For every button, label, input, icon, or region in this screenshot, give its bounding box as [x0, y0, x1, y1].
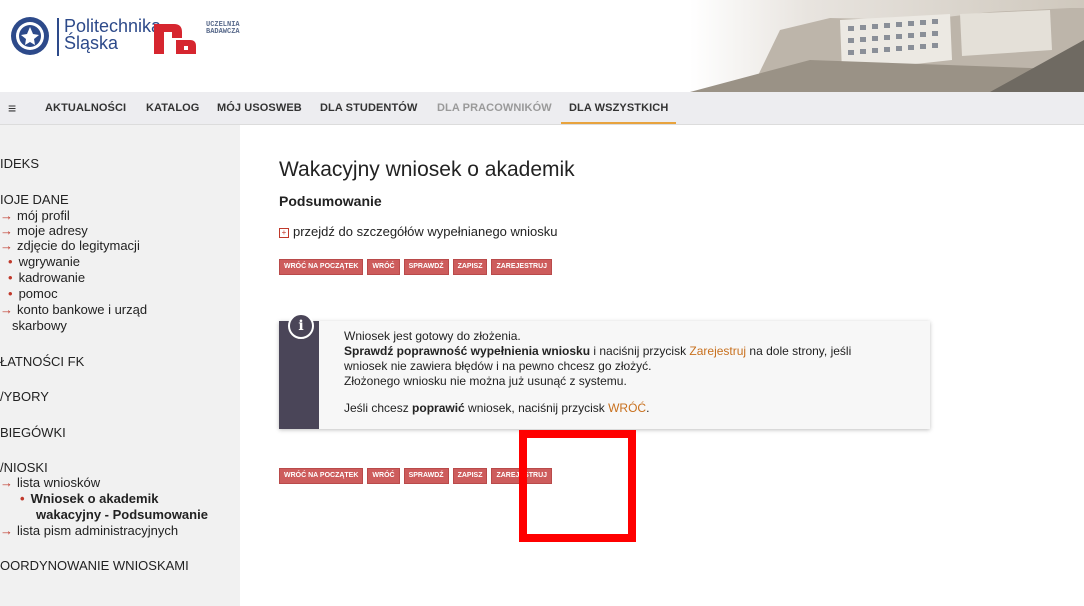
button-row-bottom: WRÓĆ NA POCZĄTEK WRÓĆ SPRAWDŹ ZAPISZ ZAR…: [279, 468, 553, 484]
nav-item-dla-wszystkich[interactable]: DLA WSZYSTKICH: [560, 102, 677, 124]
research-university-mark-icon: [154, 24, 196, 54]
bullet-icon: •: [8, 286, 13, 301]
site-header: Politechnika Śląska UCZELNIA BADAWCZA: [0, 0, 1084, 92]
arrow-right-icon: →: [0, 475, 13, 490]
university-name[interactable]: Politechnika Śląska: [64, 17, 161, 53]
sidebar-item-moj-profil[interactable]: → mój profil: [0, 208, 70, 223]
sidebar-item-label: wgrywanie: [18, 254, 80, 269]
sidebar-item-lista-pism[interactable]: → lista pism administracyjnych: [0, 523, 178, 538]
highlight-annotation-box: [519, 430, 636, 542]
sidebar-item-pomoc[interactable]: • pomoc: [8, 286, 58, 301]
register-button[interactable]: ZAREJESTRUJ: [491, 259, 553, 275]
sidebar-item-wgrywanie[interactable]: • wgrywanie: [8, 254, 80, 269]
check-button[interactable]: SPRAWDŹ: [403, 259, 449, 275]
info-text-part: na dole strony, jeśli: [746, 344, 852, 358]
back-button[interactable]: WRÓĆ: [367, 468, 400, 484]
sidebar-item-moje-dane[interactable]: IOJE DANE: [0, 192, 69, 207]
info-text-part: wniosek, naciśnij przycisk: [464, 401, 609, 415]
arrow-right-icon: →: [0, 238, 13, 253]
save-button[interactable]: ZAPISZ: [452, 468, 488, 484]
nav-item-dla-studentow[interactable]: DLA STUDENTÓW: [320, 102, 417, 114]
button-row-top: WRÓĆ NA POCZĄTEK WRÓĆ SPRAWDŹ ZAPISZ ZAR…: [279, 259, 553, 275]
details-toggle[interactable]: + przejdź do szczegółów wypełnianego wnio…: [279, 224, 557, 239]
bullet-icon: •: [20, 491, 25, 506]
section-subtitle: Podsumowanie: [279, 193, 382, 209]
hamburger-menu-icon[interactable]: ≡: [8, 100, 16, 116]
arrow-right-icon: →: [0, 208, 13, 223]
sidebar-item-zdjecie[interactable]: → zdjęcie do legitymacji: [0, 238, 140, 253]
check-button[interactable]: SPRAWDŹ: [403, 468, 449, 484]
expand-plus-icon[interactable]: +: [279, 227, 289, 238]
sidebar-item-current-cont[interactable]: wakacyjny - Podsumowanie: [36, 507, 208, 522]
sidebar-item-kadrowanie[interactable]: • kadrowanie: [8, 270, 85, 285]
sidebar-item-wybory[interactable]: /YBORY: [0, 389, 49, 404]
info-icon: i: [288, 313, 314, 339]
info-text: Wniosek jest gotowy do złożenia. Sprawdź…: [344, 329, 924, 416]
info-line-1: Wniosek jest gotowy do złożenia.: [344, 329, 521, 343]
logo-line-2: Śląska: [64, 33, 119, 53]
university-emblem-icon[interactable]: [10, 16, 50, 56]
save-button[interactable]: ZAPISZ: [452, 259, 488, 275]
info-text-part: .: [646, 401, 650, 415]
info-text-part: i naciśnij przycisk: [590, 344, 690, 358]
logo-sub-line-2: BADAWCZA: [206, 28, 240, 36]
sidebar-item-biegowki[interactable]: BIEGÓWKI: [0, 425, 66, 440]
info-line-5: Jeśli chcesz poprawić wniosek, naciśnij …: [344, 401, 924, 416]
sidebar-item-indeks[interactable]: IDEKS: [0, 156, 39, 171]
sidebar-item-lista-wnioskow[interactable]: → lista wniosków: [0, 475, 100, 490]
nav-item-dla-pracownikow[interactable]: DLA PRACOWNIKÓW: [437, 102, 552, 114]
sidebar-item-wnioski[interactable]: /NIOSKI: [0, 460, 48, 475]
info-line-3: wniosek nie zawiera błędów i na pewno ch…: [344, 359, 652, 373]
sidebar-item-current[interactable]: • Wniosek o akademik: [20, 491, 158, 506]
back-to-start-button[interactable]: WRÓĆ NA POCZĄTEK: [279, 468, 364, 484]
arrow-right-icon: →: [0, 523, 13, 538]
sidebar-item-label: lista wniosków: [17, 475, 101, 490]
sidebar-item-konto-bankowe[interactable]: → konto bankowe i urząd: [0, 302, 147, 317]
info-text-part: Jeśli chcesz: [344, 401, 413, 415]
info-emphasis: poprawić: [412, 401, 465, 415]
bullet-icon: •: [8, 254, 13, 269]
register-highlight: Zarejestruj: [689, 344, 747, 358]
page-title: Wakacyjny wniosek o akademik: [279, 158, 575, 181]
sidebar-item-label: zdjęcie do legitymacji: [17, 238, 140, 253]
sidebar-item-label: moje adresy: [17, 223, 88, 238]
nav-item-moj-usosweb[interactable]: MÓJ USOSWEB: [217, 102, 302, 114]
info-line-2: Sprawdź poprawność wypełnienia wniosku i…: [344, 344, 924, 359]
sidebar-item-label: kadrowanie: [18, 270, 86, 285]
sidebar-item-koordynowanie[interactable]: OORDYNOWANIE WNIOSKAMI: [0, 558, 189, 573]
arrow-right-icon: →: [0, 302, 13, 317]
research-university-label: UCZELNIA BADAWCZA: [206, 22, 240, 36]
sidebar-item-moje-adresy[interactable]: → moje adresy: [0, 223, 88, 238]
back-highlight: WRÓĆ: [608, 401, 647, 415]
back-button[interactable]: WRÓĆ: [367, 259, 400, 275]
info-emphasis: Sprawdź poprawność wypełnienia wniosku: [344, 344, 591, 358]
main-nav: ≡ AKTUALNOŚCI KATALOG MÓJ USOSWEB DLA ST…: [0, 92, 1084, 125]
back-to-start-button[interactable]: WRÓĆ NA POCZĄTEK: [279, 259, 364, 275]
info-line-4: Złożonego wniosku nie można już usunąć z…: [344, 374, 627, 388]
arrow-right-icon: →: [0, 223, 13, 238]
logo-divider: [57, 18, 59, 56]
info-box: i Wniosek jest gotowy do złożenia. Spraw…: [279, 313, 930, 429]
sidebar-item-platnosci[interactable]: ŁATNOŚCI FK: [0, 354, 84, 369]
sidebar-item-label: mój profil: [17, 208, 70, 223]
sidebar: IDEKS IOJE DANE → mój profil → moje adresy…: [0, 125, 240, 606]
sidebar-item-label: pomoc: [18, 286, 58, 301]
sidebar-item-konto-bankowe-cont[interactable]: skarbowy: [12, 318, 67, 333]
sidebar-item-label: Wniosek o akademik: [30, 491, 159, 506]
nav-item-aktualnosci[interactable]: AKTUALNOŚCI: [45, 102, 126, 114]
details-link-label: przejdź do szczegółów wypełnianego wnios…: [293, 224, 558, 239]
campus-photo: [690, 0, 1084, 92]
sidebar-item-label: lista pism administracyjnych: [17, 523, 179, 538]
nav-item-katalog[interactable]: KATALOG: [146, 102, 199, 114]
sidebar-item-label: konto bankowe i urząd: [17, 302, 148, 317]
bullet-icon: •: [8, 270, 13, 285]
